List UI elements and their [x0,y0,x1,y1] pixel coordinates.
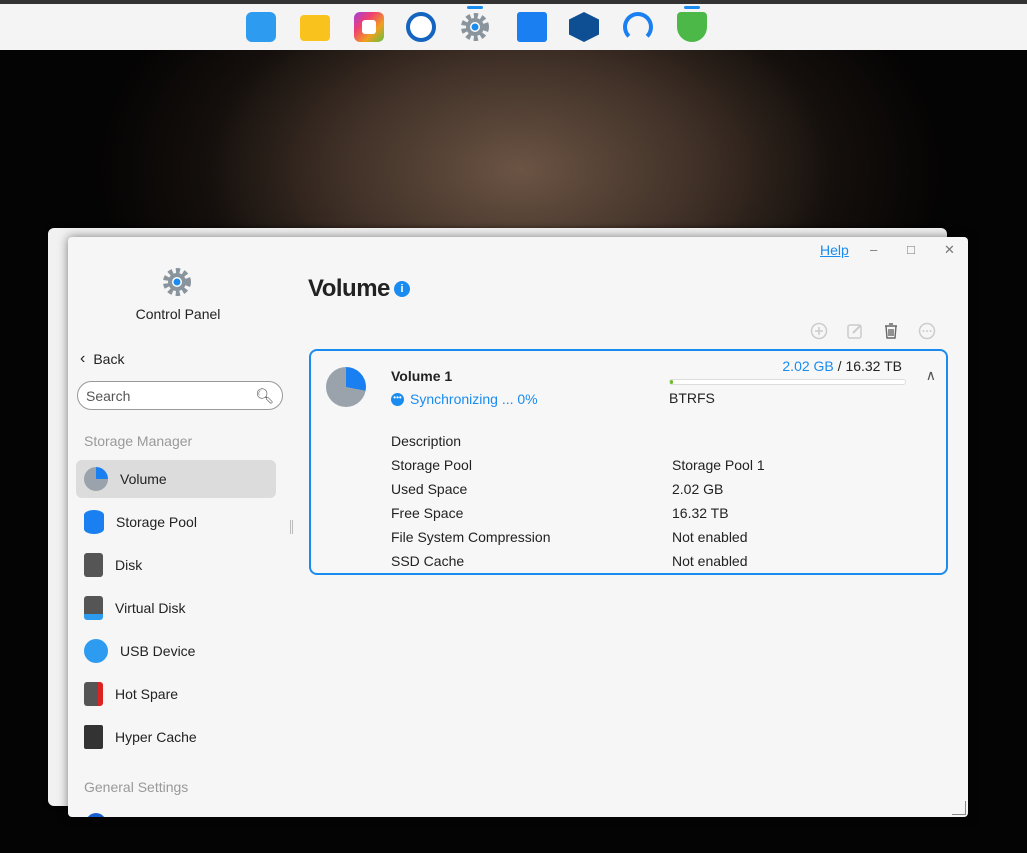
detail-label: SSD Cache [391,553,465,569]
sidebar-item-hot-spare[interactable]: Hot Spare [76,675,276,713]
ssd-icon [84,725,103,749]
support-headset-icon[interactable] [623,12,653,42]
sidebar: Control Panel ‹ Back Search 🔍︎ Storage Man… [68,237,290,817]
delete-icon[interactable] [882,322,900,340]
volume-pie-icon [84,467,108,491]
sidebar-item-label: Storage Pool [116,514,197,530]
database-icon [84,510,104,534]
app-layout-icon[interactable] [246,12,276,42]
sidebar-item-label: Volume [120,471,167,487]
sidebar-item-volume[interactable]: Volume [76,460,276,498]
detail-value: 16.32 TB [672,505,729,521]
detail-label: Used Space [391,481,468,497]
app-title: Control Panel [135,306,221,322]
folder-icon[interactable] [300,15,330,41]
detail-label: Description [391,433,462,449]
sidebar-item-storage-pool[interactable]: Storage Pool [76,503,276,541]
close-button[interactable]: ✕ [944,242,955,258]
backup-clock-icon[interactable] [406,12,436,42]
back-label: Back [93,351,125,367]
sync-icon: ••• [391,392,404,406]
filesystem: BTRFS [669,390,715,406]
back-button[interactable]: ‹ Back [80,350,124,368]
detail-label: Free Space [391,505,464,521]
sidebar-item-hyper-cache[interactable]: Hyper Cache [76,718,276,756]
detail-value: Not enabled [672,553,748,569]
sidebar-item-label: Hot Spare [115,686,179,702]
photos-icon[interactable] [354,12,384,42]
hard-disk-icon [84,553,103,577]
maximize-button[interactable]: □ [907,242,915,257]
used-capacity: 2.02 GB [782,358,834,374]
usb-icon [84,639,108,663]
control-panel-gear-icon [163,268,191,296]
page-title: Volume [308,275,390,302]
sidebar-item-usb-device[interactable]: USB Device [76,632,276,670]
volume-pie-icon [326,367,366,407]
usage-bar-fill [670,380,673,384]
chevron-left-icon: ‹ [80,350,86,367]
usage-bar [669,379,906,385]
search-input[interactable]: Search 🔍︎ [77,381,283,410]
detail-value: 2.02 GB [672,481,724,497]
detail-value: Storage Pool 1 [672,457,765,473]
sidebar-item-label: USB Device [120,643,196,659]
general-settings-icon [86,813,106,817]
minimize-button[interactable]: – [870,242,877,257]
taskbar [0,4,1027,50]
search-placeholder: Search [86,387,131,404]
sidebar-item-label: Disk [115,557,143,573]
security-shield-icon[interactable] [677,6,707,42]
detail-label: File System Compression [391,529,551,545]
total-capacity: 16.32 TB [845,358,902,374]
sidebar-item-label: Hyper Cache [115,729,197,745]
sidebar-item-label: Virtual Disk [115,600,186,616]
add-icon[interactable] [810,322,828,340]
collapse-chevron-icon[interactable]: ∧ [926,367,936,384]
help-link[interactable]: Help [820,242,849,258]
settings-gear-icon[interactable] [460,6,490,42]
edit-icon[interactable] [846,322,864,340]
more-icon[interactable] [918,322,936,340]
search-icon[interactable]: 🔍︎ [255,387,274,405]
sidebar-item-virtual-disk[interactable]: Virtual Disk [76,589,276,627]
detail-value: Not enabled [672,529,748,545]
sidebar-resize-handle[interactable] [290,520,293,534]
info-icon[interactable]: i [394,281,410,297]
control-panel-window: Help – □ ✕ Control Panel ‹ Back Search 🔍︎ … [68,237,968,817]
virtual-disk-icon [84,596,103,620]
docker-icon[interactable] [569,12,599,42]
volume-card[interactable]: Volume 1 ••• Synchronizing ... 0% 2.02 GB… [309,349,948,575]
window-resize-handle[interactable] [952,801,966,815]
capacity-separator: / [837,358,842,374]
hot-spare-disk-icon [84,682,103,706]
sync-status: ••• Synchronizing ... 0% [391,391,538,407]
capacity: 2.02 GB / 16.32 TB [782,358,902,374]
section-storage-manager: Storage Manager [84,433,193,449]
detail-label: Storage Pool [391,457,472,473]
section-general-settings: General Settings [84,779,189,795]
sync-status-text: Synchronizing ... 0% [410,391,538,407]
volume-name: Volume 1 [391,368,453,384]
app-store-bag-icon[interactable] [517,12,547,42]
sidebar-item-disk[interactable]: Disk [76,546,276,584]
